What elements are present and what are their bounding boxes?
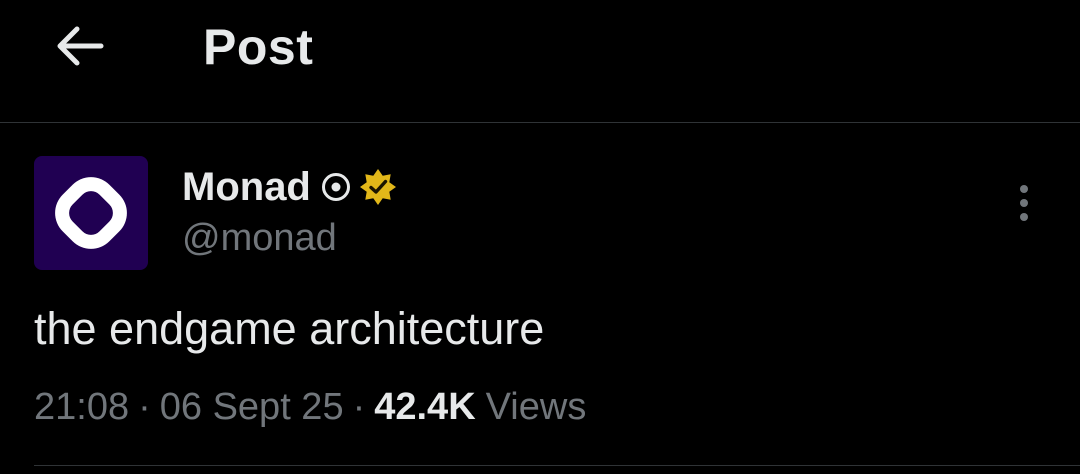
back-button[interactable] xyxy=(48,18,110,74)
author-name-row: Monad xyxy=(182,160,397,214)
meta-separator: · xyxy=(138,385,151,428)
author-display-name[interactable]: Monad xyxy=(182,160,311,214)
avatar[interactable] xyxy=(34,156,148,270)
post-meta: 21:08 · 06 Sept 25 · 42.4K Views xyxy=(34,380,586,434)
post-text: the endgame architecture xyxy=(34,303,545,354)
more-vertical-icon xyxy=(1020,185,1028,221)
arrow-left-icon xyxy=(57,26,104,66)
post-time[interactable]: 21:08 xyxy=(34,386,129,429)
post-divider xyxy=(34,465,1080,466)
monad-logo-icon xyxy=(55,177,127,249)
author-handle[interactable]: @monad xyxy=(182,214,337,262)
views-label: Views xyxy=(485,385,587,428)
top-bar: Post xyxy=(0,0,1080,122)
verified-gold-badge-icon[interactable] xyxy=(359,168,397,206)
header-divider xyxy=(0,122,1080,123)
views-count[interactable]: 42.4K xyxy=(374,386,475,429)
meta-separator: · xyxy=(352,385,366,428)
post-date[interactable]: 06 Sept 25 xyxy=(160,386,344,429)
page-title: Post xyxy=(203,19,314,75)
affiliate-badge-icon[interactable] xyxy=(321,172,351,202)
more-options-button[interactable] xyxy=(1004,178,1044,228)
